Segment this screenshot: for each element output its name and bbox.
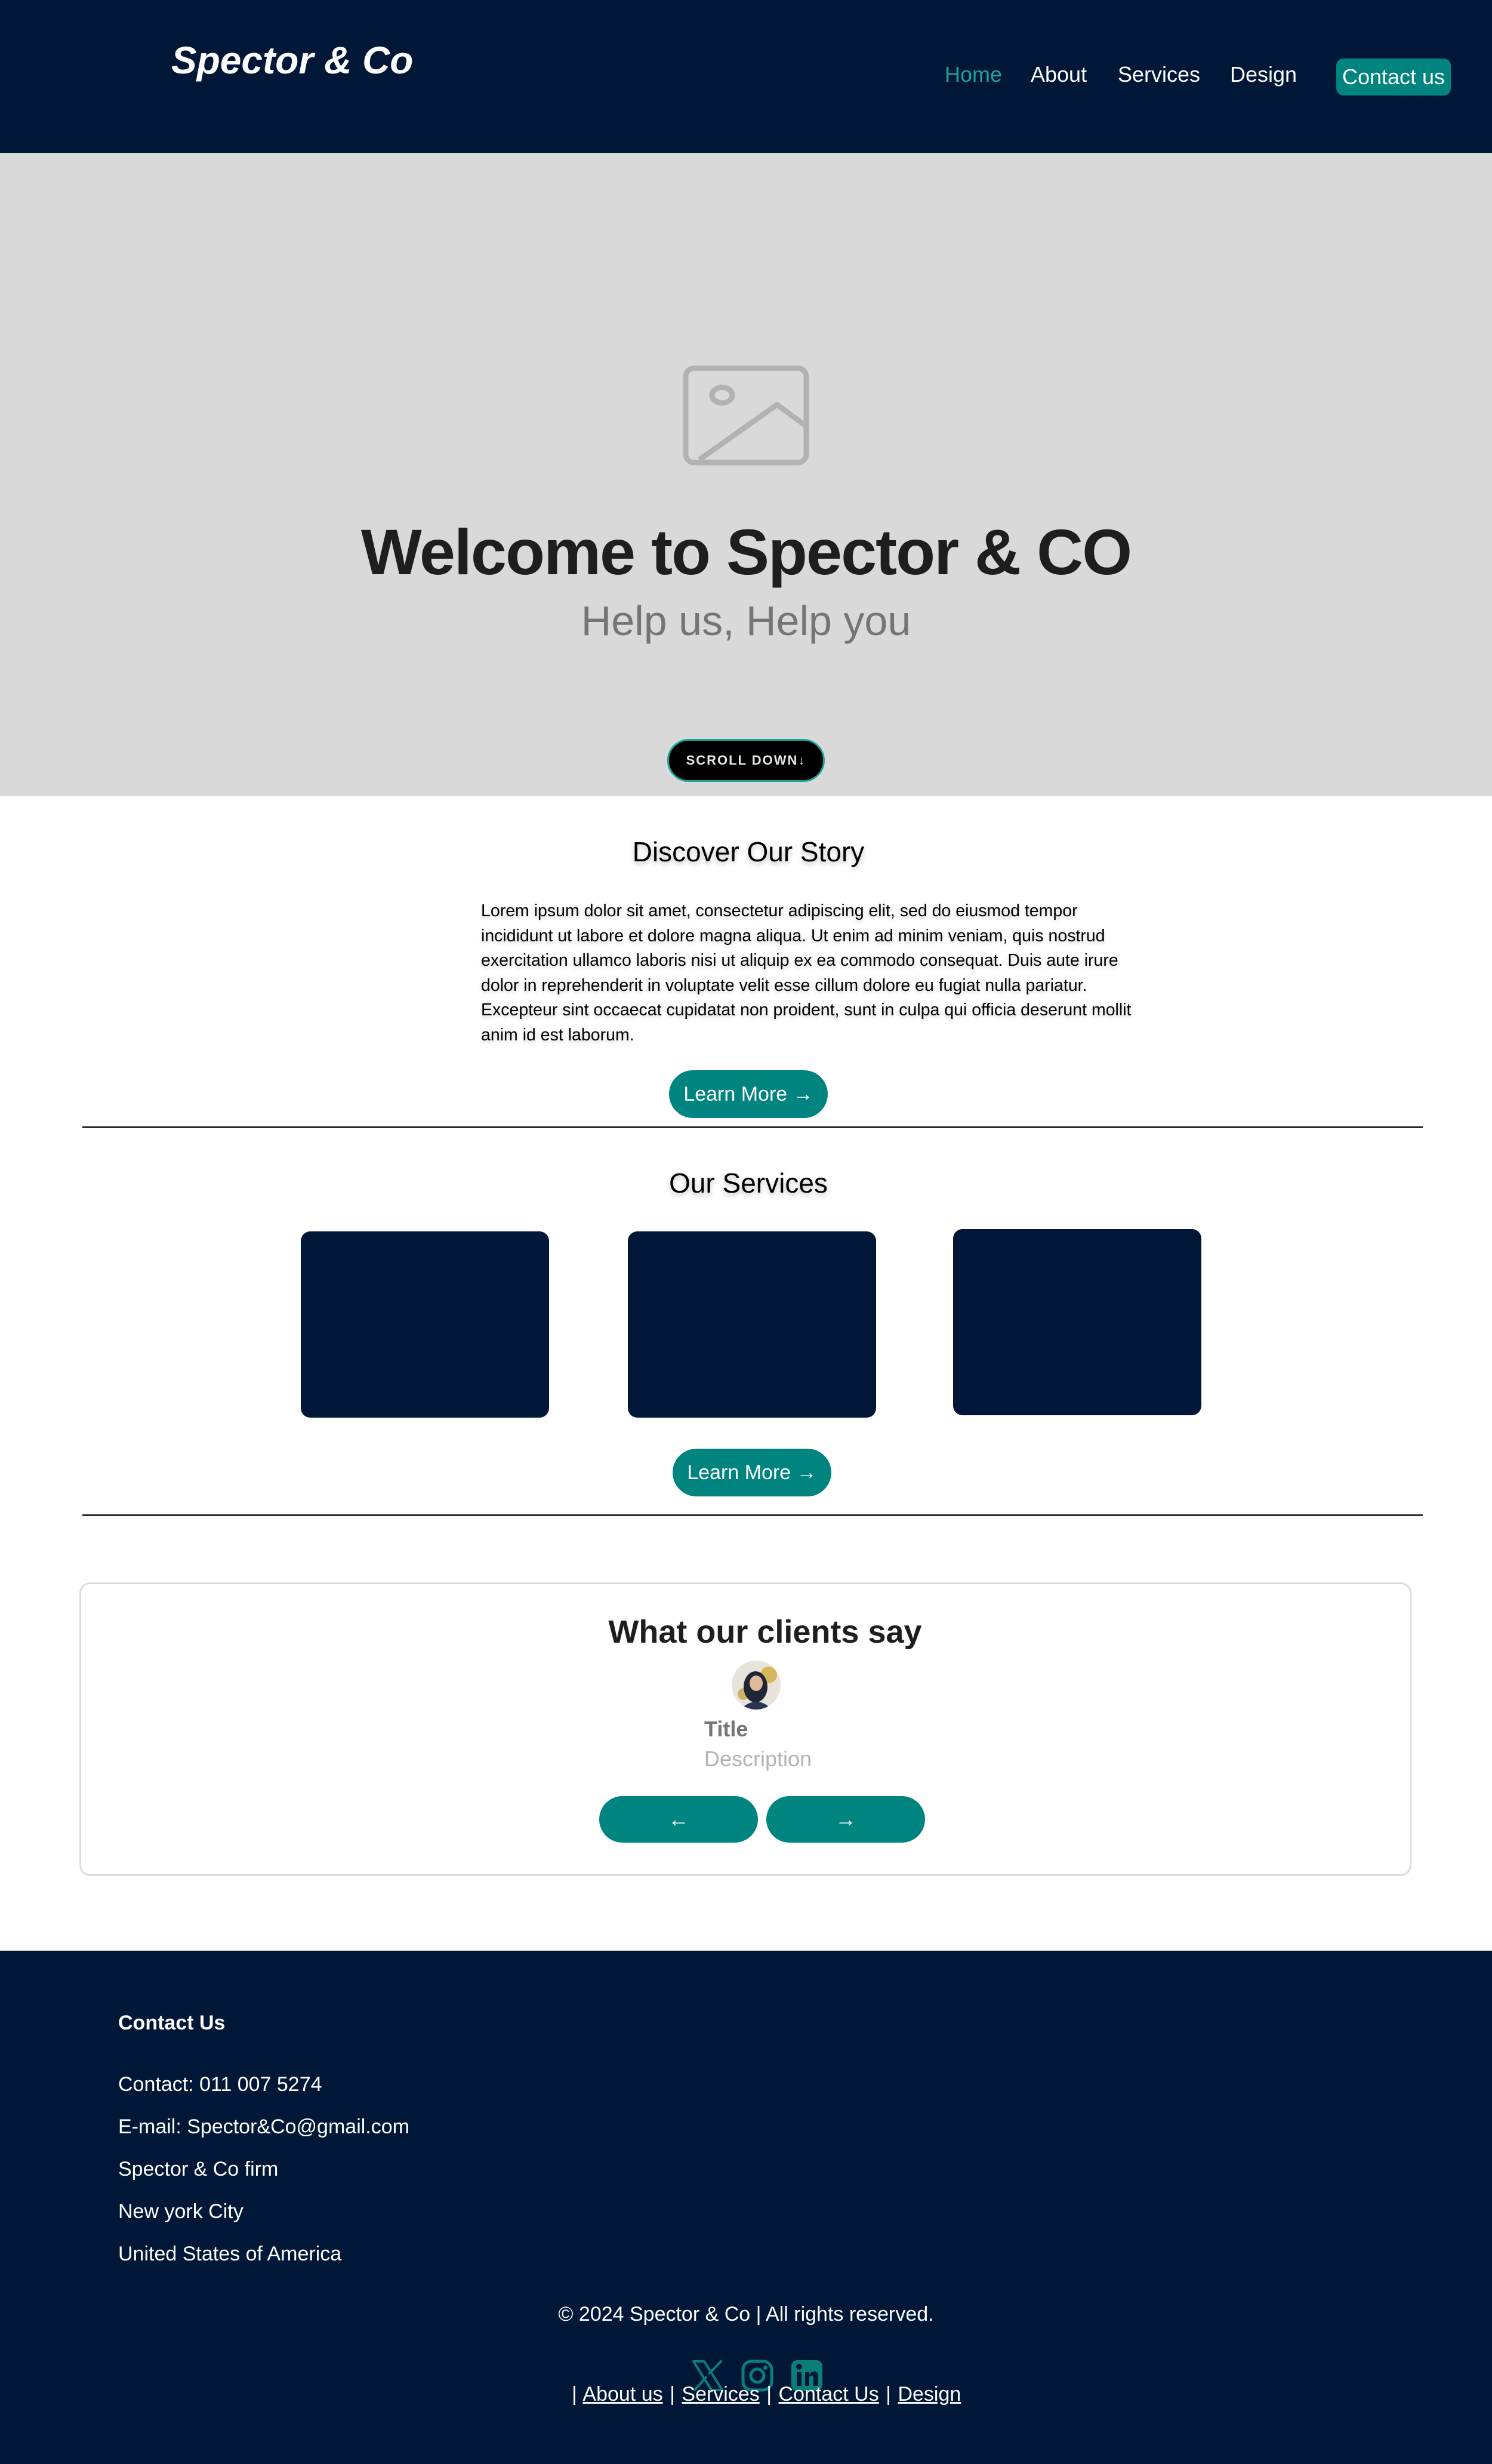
service-card[interactable] [953,1229,1201,1415]
next-button[interactable]: → [766,1796,925,1843]
testimonial-item-title: Title [704,1717,748,1741]
link-separator: | [670,2383,675,2406]
scroll-down-button[interactable]: SCROLL DOWN↓ [667,739,825,782]
service-card[interactable] [301,1231,549,1418]
contact-us-button[interactable]: Contact us [1336,58,1451,96]
services-title: Our Services [669,1168,828,1199]
hero-subtitle: Help us, Help you [581,597,911,644]
footer-email: E-mail: Spector&Co@gmail.com [118,2115,409,2138]
story-learn-more-button[interactable]: Learn More → [669,1070,828,1118]
previous-button[interactable]: ← [599,1796,758,1843]
nav-home[interactable]: Home [945,62,1002,87]
services-learn-more-button[interactable]: Learn More → [673,1449,831,1496]
link-separator: | [766,2383,772,2406]
story-title: Discover Our Story [632,836,865,867]
testimonial-item-description: Description [704,1747,812,1771]
divider [82,1126,1423,1128]
footer-link-about[interactable]: About us [582,2383,662,2406]
hero-title: Welcome to Spector & CO [360,516,1132,588]
footer-contact-heading: Contact Us [118,2012,226,2034]
avatar [732,1661,781,1710]
footer-link-design[interactable]: Design [898,2383,961,2406]
testimonial-title: What our clients say [608,1614,922,1650]
link-separator: | [572,2383,577,2406]
divider [82,1514,1423,1516]
link-separator: | [886,2383,891,2406]
logo[interactable]: Spector & Co [171,38,413,82]
footer-links: | About us | Services | Contact Us | Des… [571,2383,961,2406]
footer-firm: Spector & Co firm [118,2158,279,2180]
nav-design[interactable]: Design [1230,62,1297,87]
story-text: Lorem ipsum dolor sit amet, consectetur … [481,901,1132,1045]
copyright: © 2024 Spector & Co | All rights reserve… [558,2303,934,2326]
nav-services[interactable]: Services [1118,62,1200,87]
service-card[interactable] [628,1231,876,1418]
footer-phone: Contact: 011 007 5274 [118,2073,322,2096]
footer-link-services[interactable]: Services [682,2383,759,2406]
hero-section [0,153,1492,796]
image-placeholder-icon [683,365,809,466]
footer-link-contact[interactable]: Contact Us [779,2383,879,2406]
nav-about[interactable]: About [1031,62,1087,87]
footer-city: New york City [118,2200,243,2223]
footer-country: United States of America [118,2243,342,2265]
